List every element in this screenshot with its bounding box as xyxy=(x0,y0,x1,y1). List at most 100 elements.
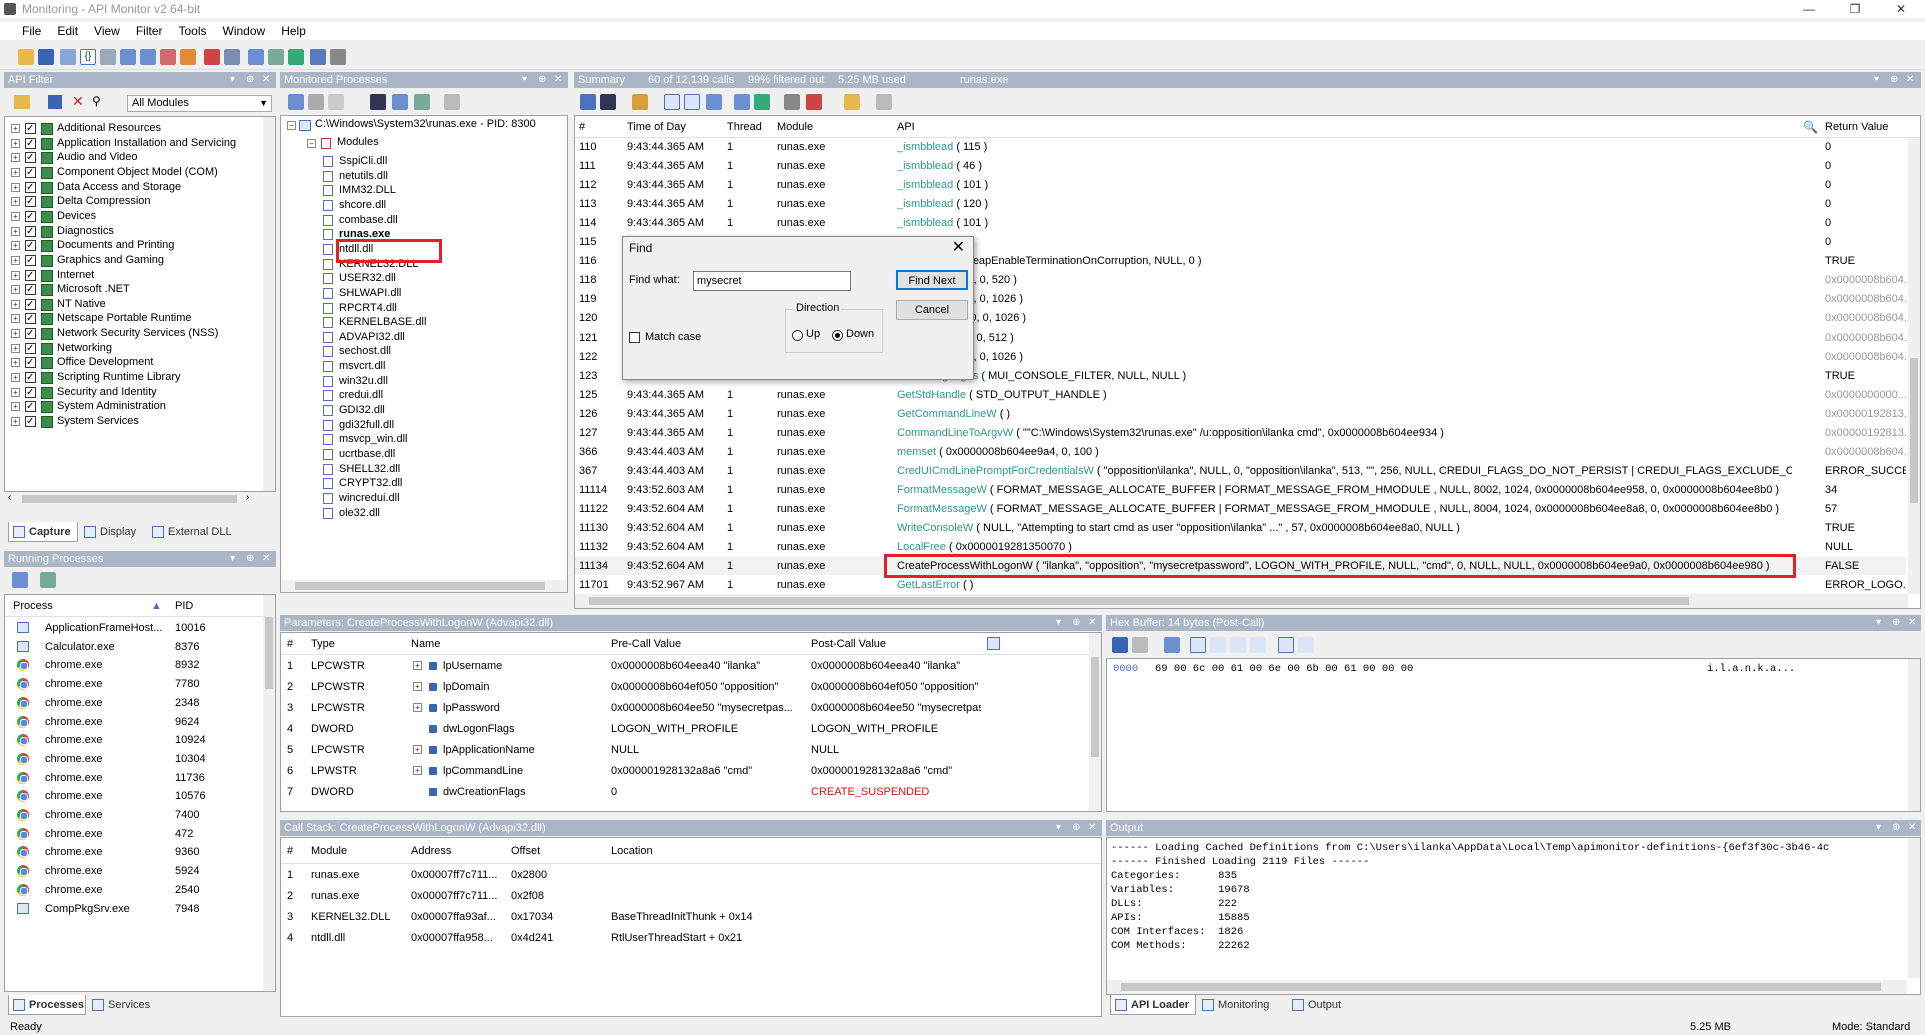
shield-icon[interactable] xyxy=(288,49,304,65)
tab-capture[interactable]: Capture xyxy=(8,522,78,542)
open-icon[interactable] xyxy=(18,49,34,65)
expand-icon[interactable]: + xyxy=(413,682,422,691)
expand-icon[interactable]: + xyxy=(11,197,20,207)
dropdown-arrow-icon[interactable]: ▾ xyxy=(1874,72,1879,88)
api-name[interactable]: FormatMessageW xyxy=(897,503,987,515)
summary-row[interactable]: 366 9:43:44.403 AM 1 runas.exe memset ( 0x00… xyxy=(575,443,1906,461)
category-checkbox[interactable] xyxy=(25,209,36,224)
process-row[interactable]: chrome.exe 11736 xyxy=(5,769,263,787)
tools-icon[interactable] xyxy=(268,49,284,65)
tab-output[interactable]: Output xyxy=(1288,995,1358,1015)
close-button[interactable]: ✕ xyxy=(1878,0,1924,18)
expand-icon[interactable]: + xyxy=(413,766,422,775)
module-item[interactable]: USER32.dll xyxy=(281,271,567,286)
api-tree-vscroll[interactable] xyxy=(263,117,275,491)
module-item[interactable]: SHELL32.dll xyxy=(281,462,567,477)
expand-icon[interactable]: + xyxy=(11,314,20,324)
col-time[interactable]: Time of Day xyxy=(627,116,686,138)
summary-row[interactable]: 126 9:43:44.365 AM 1 runas.exe GetCommandLin… xyxy=(575,405,1906,423)
api-category-item[interactable]: + Audio and Video xyxy=(5,150,275,165)
call-stack-row[interactable]: 4 ntdll.dll 0x00007ffa958... 0x4d241 RtlUser… xyxy=(281,929,1101,947)
process-row[interactable]: chrome.exe 7780 xyxy=(5,675,263,693)
api-name[interactable]: GetStdHandle xyxy=(897,389,966,401)
module-filter-dropdown[interactable]: All Modules ▼ xyxy=(127,95,272,112)
call-stack-row[interactable]: 3 KERNEL32.DLL 0x00007ffa93af... 0x17034 Bas… xyxy=(281,908,1101,926)
category-checkbox[interactable] xyxy=(25,399,36,414)
expand-icon[interactable]: + xyxy=(11,402,20,412)
options-icon[interactable] xyxy=(330,49,346,65)
dropdown-arrow-icon[interactable]: ▾ xyxy=(1056,820,1061,836)
hex-vscroll[interactable] xyxy=(1908,659,1920,811)
scroll-thumb[interactable] xyxy=(1121,983,1881,991)
expand-icon[interactable]: + xyxy=(11,182,20,192)
dropdown-arrow-icon[interactable]: ▾ xyxy=(230,551,235,567)
parameter-row[interactable]: 6 LPWSTR + lpCommandLine 0x000001928132a8a6 … xyxy=(281,762,1087,780)
menu-filter[interactable]: Filter xyxy=(128,22,171,40)
summary-row[interactable]: 127 9:43:44.365 AM 1 runas.exe CommandLineTo… xyxy=(575,424,1906,442)
col-pid[interactable]: PID xyxy=(175,595,193,617)
expand-icon[interactable]: + xyxy=(11,285,20,295)
menu-help[interactable]: Help xyxy=(273,22,314,40)
dropdown-arrow-icon[interactable]: ▾ xyxy=(522,72,527,88)
hex-ascii[interactable]: i.l.a.n.k.a... xyxy=(1707,663,1795,675)
pin-icon[interactable]: ⊕ xyxy=(1890,72,1898,88)
parameter-row[interactable]: 3 LPCWSTR + lpPassword 0x0000008b604ee50 "my… xyxy=(281,699,1087,717)
summary-row[interactable]: 11130 9:43:52.604 AM 1 runas.exe WriteConsol… xyxy=(575,519,1906,537)
category-checkbox[interactable] xyxy=(25,268,36,283)
api-category-item[interactable]: + Security and Identity xyxy=(5,385,275,400)
export-icon[interactable] xyxy=(754,94,770,110)
process-row[interactable]: chrome.exe 2540 xyxy=(5,881,263,899)
module-item[interactable]: IMM32.DLL xyxy=(281,183,567,198)
minimize-button[interactable]: — xyxy=(1786,0,1832,18)
summary-row[interactable]: 125 9:43:44.365 AM 1 runas.exe GetStdHandle … xyxy=(575,386,1906,404)
process-row[interactable]: chrome.exe 472 xyxy=(5,825,263,843)
api-name[interactable]: WriteConsoleW xyxy=(897,522,973,534)
find-next-button[interactable]: Find Next xyxy=(896,270,968,290)
category-checkbox[interactable] xyxy=(25,311,36,326)
parameter-row[interactable]: 1 LPCWSTR + lpUsername 0x0000008b604eea40 "i… xyxy=(281,657,1087,675)
api-category-item[interactable]: + Netscape Portable Runtime xyxy=(5,311,275,326)
col-process[interactable]: Process xyxy=(13,595,53,617)
api-category-item[interactable]: + Scripting Runtime Library xyxy=(5,370,275,385)
parameter-row[interactable]: 5 LPCWSTR + lpApplicationName NULL NULL xyxy=(281,741,1087,759)
api-category-item[interactable]: + Additional Resources xyxy=(5,121,275,136)
module-item[interactable]: msvcrt.dll xyxy=(281,359,567,374)
tab-api-loader[interactable]: API Loader xyxy=(1110,995,1196,1015)
module-item[interactable]: combase.dll xyxy=(281,213,567,228)
layout-icon[interactable] xyxy=(180,49,196,65)
target-icon[interactable] xyxy=(370,94,386,110)
summary-hscroll[interactable] xyxy=(575,594,1908,608)
refresh-icon[interactable] xyxy=(1164,637,1180,653)
scroll-thumb[interactable] xyxy=(589,597,1689,605)
trash-icon[interactable] xyxy=(876,94,892,110)
summary-vscroll[interactable] xyxy=(1908,138,1920,594)
filter-icon[interactable] xyxy=(784,94,800,110)
output-hscroll[interactable] xyxy=(1107,980,1907,994)
module-item[interactable]: win32u.dll xyxy=(281,374,567,389)
tab-external-dll[interactable]: External DLL xyxy=(148,522,240,542)
expand-icon[interactable]: + xyxy=(11,255,20,265)
module-item[interactable]: shcore.dll xyxy=(281,198,567,213)
api-name[interactable]: memset xyxy=(897,446,936,458)
expand-icon[interactable]: + xyxy=(413,703,422,712)
save-filter-icon[interactable] xyxy=(48,95,62,109)
column-chooser-icon[interactable] xyxy=(987,637,1000,650)
category-checkbox[interactable] xyxy=(25,150,36,165)
module-item[interactable]: msvcp_win.dll xyxy=(281,432,567,447)
category-checkbox[interactable] xyxy=(25,224,36,239)
expand-icon[interactable]: + xyxy=(11,241,20,251)
expand-icon[interactable]: + xyxy=(11,226,20,236)
module-item[interactable]: SspiCli.dll xyxy=(281,154,567,169)
module-item[interactable]: sechost.dll xyxy=(281,344,567,359)
col-module[interactable]: Module xyxy=(777,116,813,138)
match-case-label[interactable]: Match case xyxy=(645,331,701,343)
pin-icon[interactable]: ⊕ xyxy=(1072,820,1080,836)
expand-icon[interactable]: + xyxy=(11,167,20,177)
cancel-button[interactable]: Cancel xyxy=(896,300,968,320)
save-icon[interactable] xyxy=(1112,637,1128,653)
close-icon[interactable]: ✕ xyxy=(1906,72,1914,88)
close-icon[interactable]: ✕ xyxy=(262,72,270,88)
expand-icon[interactable]: + xyxy=(413,661,422,670)
scroll-thumb[interactable] xyxy=(295,582,545,590)
api-category-item[interactable]: + NT Native xyxy=(5,297,275,312)
